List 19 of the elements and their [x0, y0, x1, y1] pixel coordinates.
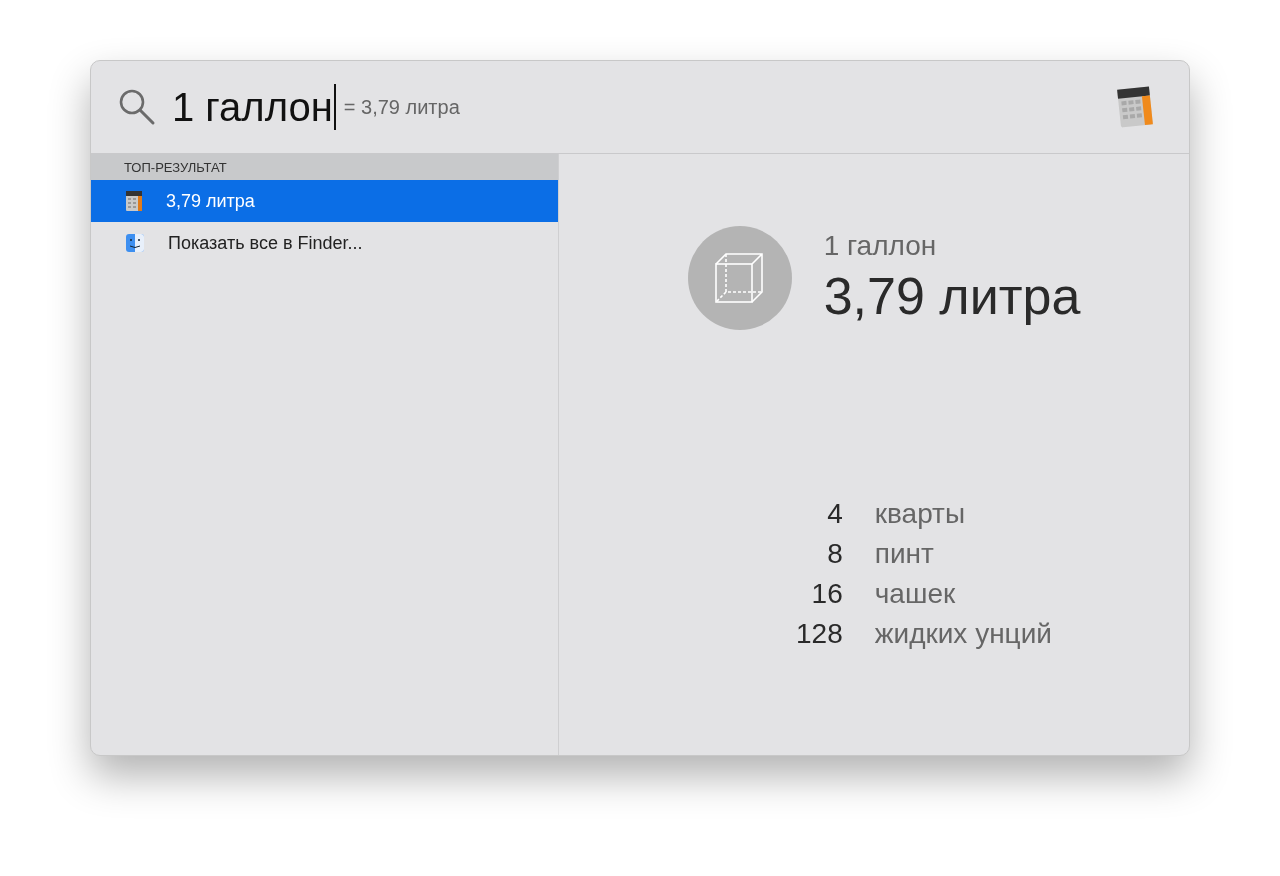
search-query[interactable]: 1 галлон: [172, 84, 333, 130]
result-item[interactable]: 3,79 литра: [91, 180, 558, 222]
section-header: ТОП-РЕЗУЛЬТАТ: [91, 154, 558, 180]
conversion-amount: 16: [810, 578, 843, 610]
conversion-amount: 128: [796, 618, 843, 650]
search-icon: [118, 88, 156, 126]
conversion-amount: 8: [826, 538, 843, 570]
conversion-unit: кварты: [874, 498, 967, 530]
face-icon: [125, 233, 145, 253]
cube-icon: [687, 226, 792, 330]
result-item[interactable]: Показать все в Finder...: [91, 222, 558, 264]
calculator-icon: [125, 190, 143, 212]
conversion-unit: чашек: [874, 578, 957, 610]
search-suggestion: = 3,79 литра: [343, 95, 461, 119]
preview-result: 3,79 литра: [823, 266, 1081, 326]
conversion-amount: 4: [826, 498, 843, 530]
preview-query: 1 галлон: [823, 230, 938, 262]
conversion-unit: жидких унций: [874, 618, 1052, 650]
conversion-unit: пинт: [874, 538, 935, 570]
